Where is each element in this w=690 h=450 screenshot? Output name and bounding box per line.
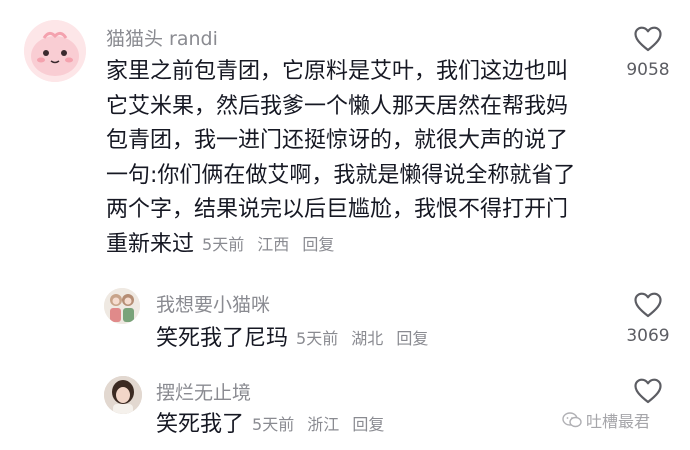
like-button[interactable]: 3069 [613,292,683,346]
heart-icon[interactable] [634,378,662,404]
anime-girls-avatar-icon [104,288,140,324]
comment-meta: 5天前 江西 回复 [202,228,342,263]
watermark: 吐槽最君 [562,408,650,432]
comment-username[interactable]: 我想要小猫咪 [156,290,270,317]
user-avatar[interactable] [104,288,140,324]
comment-time: 5天前 [252,415,295,434]
reply-button[interactable]: 回复 [302,235,334,254]
comment-text: 家里之前包青团，它原料是艾叶，我们这边也叫 它艾米果，然后我爹一个懒人那天居然在… [106,55,606,263]
user-avatar[interactable] [24,20,86,82]
heart-icon[interactable] [634,26,662,52]
comment-line: 它艾米果，然后我爹一个懒人那天居然在帮我妈 [106,93,569,119]
heart-icon[interactable] [634,292,662,318]
comment-line: 一句:你们俩在做艾啊，我就是懒得说全称就省了 [106,162,576,188]
like-button[interactable] [613,378,683,404]
comment-line: 笑死我了尼玛 [156,326,289,351]
comment-time: 5天前 [202,234,245,254]
like-button[interactable]: 9058 [613,26,683,80]
user-avatar[interactable] [104,376,142,414]
wechat-logo-icon [562,412,582,428]
comment-location: 浙江 [307,415,340,434]
girl-photo-avatar-icon [104,376,142,414]
comment-line: 两个字，结果说完以后巨尴尬，我恨不得打开门 [106,197,569,223]
comment-location: 江西 [257,234,290,254]
comment-item: 我想要小猫咪 笑死我了尼玛 5天前 湖北 回复 3069 [0,280,690,360]
comment-username[interactable]: 摆烂无止境 [156,378,251,405]
comment-line: 重新来过 5天前 江西 回复 [106,228,606,263]
reply-button[interactable]: 回复 [396,329,428,348]
comment-last-line: 重新来过 [106,231,195,257]
comment-meta: 5天前 浙江 回复 [252,408,392,443]
comment-text: 笑死我了尼玛 5天前 湖北 回复 [156,322,436,357]
like-count: 3069 [626,326,670,346]
pink-cartoon-face-icon [24,20,86,82]
comment-item: 猫猫头 randi 家里之前包青团，它原料是艾叶，我们这边也叫 它艾米果，然后我… [0,0,690,270]
comment-line: 笑死我了 [156,412,245,437]
watermark-text: 吐槽最君 [586,412,651,431]
comment-username[interactable]: 猫猫头 randi [106,24,218,51]
comment-meta: 5天前 湖北 回复 [296,322,436,357]
reply-button[interactable]: 回复 [352,415,384,434]
comment-location: 湖北 [351,329,384,348]
comment-time: 5天前 [296,329,339,348]
like-count: 9058 [626,60,670,80]
comment-text: 笑死我了 5天前 浙江 回复 [156,408,392,443]
comment-line: 包青团，我一进门还挺惊讶的，就很大声的说了 [106,128,569,154]
comment-line: 家里之前包青团，它原料是艾叶，我们这边也叫 [106,59,569,84]
